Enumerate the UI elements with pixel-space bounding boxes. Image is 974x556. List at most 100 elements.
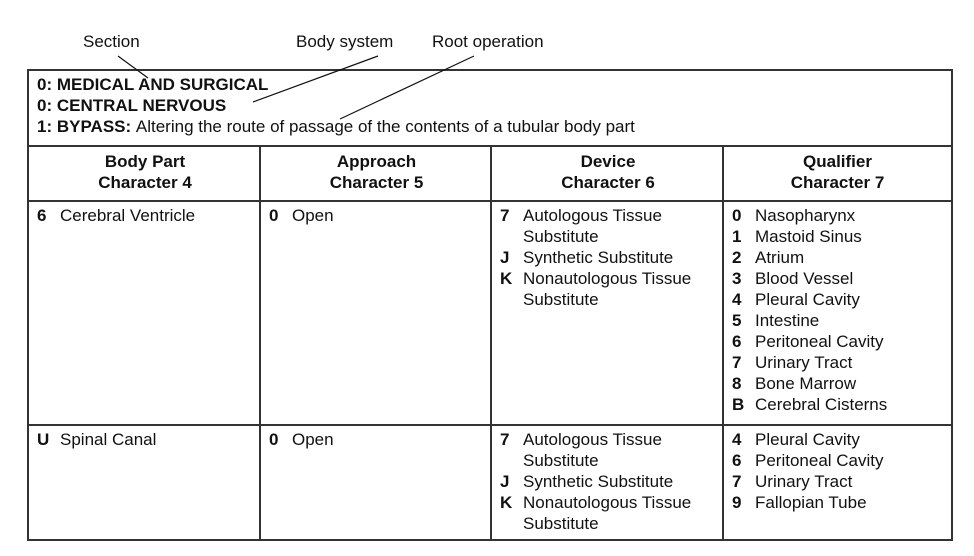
list-item: 0 Nasopharynx bbox=[732, 205, 951, 226]
entry-code: 1 bbox=[732, 227, 742, 246]
entry-label: Autologous Tissue Substitute bbox=[523, 430, 662, 470]
list-item: 1 Mastoid Sinus bbox=[732, 226, 951, 247]
entry-code: 3 bbox=[732, 269, 742, 288]
cell-body-part: U Spinal Canal bbox=[29, 426, 259, 539]
column-header-title: Body Part bbox=[104, 152, 186, 171]
entry-code: U bbox=[37, 430, 50, 449]
entry-code: K bbox=[500, 269, 513, 288]
entry-label: Open bbox=[292, 430, 334, 449]
column-header-character: Character 5 bbox=[329, 173, 424, 192]
column-header-approach: Approach Character 5 bbox=[261, 147, 492, 202]
root-operation-code: 1: bbox=[37, 117, 57, 136]
column-header-title: Approach bbox=[336, 152, 417, 171]
entry-label: Pleural Cavity bbox=[755, 430, 860, 449]
section-code: 0: bbox=[37, 75, 57, 94]
column-header-device: Device Character 6 bbox=[492, 147, 724, 202]
entry-code: 7 bbox=[500, 206, 510, 225]
entry-label: Peritoneal Cavity bbox=[755, 332, 884, 351]
list-item: 0 Open bbox=[269, 429, 490, 450]
column-header-character: Character 7 bbox=[790, 173, 885, 192]
section-name: MEDICAL AND SURGICAL bbox=[56, 75, 269, 94]
entry-label: Nonautologous Tissue Substitute bbox=[523, 493, 692, 533]
entry-code: 2 bbox=[732, 248, 742, 267]
entry-label: Urinary Tract bbox=[755, 353, 853, 372]
column-header-body-part: Body Part Character 4 bbox=[29, 147, 261, 202]
list-item: 7 Autologous Tissue Substitute bbox=[500, 205, 722, 247]
table-title-block: 0: MEDICAL AND SURGICAL 0: CENTRAL NERVO… bbox=[29, 71, 951, 147]
list-item: 6 Peritoneal Cavity bbox=[732, 450, 951, 471]
entry-code: 5 bbox=[732, 311, 742, 330]
list-item: 5 Intestine bbox=[732, 310, 951, 331]
list-item: K Nonautologous Tissue Substitute bbox=[500, 492, 722, 534]
entry-label: Blood Vessel bbox=[755, 269, 854, 288]
entry-label: Pleural Cavity bbox=[755, 290, 860, 309]
root-operation-definition: Altering the route of passage of the con… bbox=[135, 117, 635, 136]
list-item: 2 Atrium bbox=[732, 247, 951, 268]
list-item: K Nonautologous Tissue Substitute bbox=[500, 268, 722, 310]
list-item: 6 Peritoneal Cavity bbox=[732, 331, 951, 352]
body-system-line: 0: CENTRAL NERVOUS bbox=[37, 95, 951, 116]
list-item: 4 Pleural Cavity bbox=[732, 289, 951, 310]
entry-code: 9 bbox=[732, 493, 742, 512]
cell-qualifier: 0 Nasopharynx 1 Mastoid Sinus 2 Atrium 3 Blood … bbox=[724, 202, 951, 424]
entry-label: Atrium bbox=[755, 248, 805, 267]
entry-code: 8 bbox=[732, 374, 742, 393]
entry-label: Urinary Tract bbox=[755, 472, 853, 491]
entry-label: Mastoid Sinus bbox=[755, 227, 862, 246]
column-header-character: Character 6 bbox=[561, 173, 655, 192]
entry-label: Synthetic Substitute bbox=[523, 248, 674, 267]
list-item: B Cerebral Cisterns bbox=[732, 394, 951, 415]
column-header-title: Qualifier bbox=[803, 152, 872, 171]
entry-label: Cerebral Cisterns bbox=[755, 395, 888, 414]
entry-code: 6 bbox=[37, 206, 47, 225]
list-item: J Synthetic Substitute bbox=[500, 471, 722, 492]
entry-code: 4 bbox=[732, 290, 742, 309]
entry-label: Autologous Tissue Substitute bbox=[523, 206, 662, 246]
body-system-name: CENTRAL NERVOUS bbox=[56, 96, 227, 115]
entry-code: 6 bbox=[732, 332, 742, 351]
list-item: 8 Bone Marrow bbox=[732, 373, 951, 394]
entry-code: B bbox=[732, 395, 745, 414]
list-item: U Spinal Canal bbox=[37, 429, 259, 450]
entry-code: 7 bbox=[732, 353, 742, 372]
callout-section: Section bbox=[83, 32, 140, 51]
entry-label: Bone Marrow bbox=[755, 374, 857, 393]
callout-root-operation: Root operation bbox=[432, 32, 544, 51]
entry-code: 4 bbox=[732, 430, 742, 449]
entry-label: Synthetic Substitute bbox=[523, 472, 674, 491]
entry-label: Fallopian Tube bbox=[755, 493, 867, 512]
entry-code: J bbox=[500, 248, 510, 267]
callout-body-system: Body system bbox=[296, 32, 394, 51]
root-operation-name: BYPASS: bbox=[56, 117, 136, 136]
entry-code: 6 bbox=[732, 451, 742, 470]
cell-qualifier: 4 Pleural Cavity 6 Peritoneal Cavity 7 Urinar… bbox=[724, 426, 951, 539]
list-item: 4 Pleural Cavity bbox=[732, 429, 951, 450]
entry-code: 7 bbox=[500, 430, 510, 449]
body-system-code: 0: bbox=[37, 96, 57, 115]
list-item: 3 Blood Vessel bbox=[732, 268, 951, 289]
list-item: J Synthetic Substitute bbox=[500, 247, 722, 268]
list-item: 7 Urinary Tract bbox=[732, 352, 951, 373]
list-item: 9 Fallopian Tube bbox=[732, 492, 951, 513]
entry-label: Cerebral Ventricle bbox=[60, 206, 196, 225]
entry-code: 7 bbox=[732, 472, 742, 491]
entry-label: Nonautologous Tissue Substitute bbox=[523, 269, 692, 309]
root-operation-line: 1: BYPASS: Altering the route of passage… bbox=[37, 116, 951, 137]
entry-code: 0 bbox=[269, 206, 279, 225]
cell-approach: 0 Open bbox=[261, 202, 490, 424]
entry-label: Spinal Canal bbox=[60, 430, 157, 449]
entry-label: Intestine bbox=[755, 311, 820, 330]
entry-code: J bbox=[500, 472, 510, 491]
cell-approach: 0 Open bbox=[261, 426, 490, 539]
entry-label: Peritoneal Cavity bbox=[755, 451, 884, 470]
entry-code: 0 bbox=[269, 430, 279, 449]
list-item: 0 Open bbox=[269, 205, 490, 226]
entry-code: 0 bbox=[732, 206, 742, 225]
column-header-character: Character 4 bbox=[98, 173, 192, 192]
list-item: 7 Urinary Tract bbox=[732, 471, 951, 492]
cell-device: 7 Autologous Tissue Substitute J Synthetic … bbox=[492, 202, 722, 424]
column-header-qualifier: Qualifier Character 7 bbox=[724, 147, 951, 202]
entry-label: Open bbox=[292, 206, 334, 225]
cell-body-part: 6 Cerebral Ventricle bbox=[29, 202, 259, 424]
list-item: 6 Cerebral Ventricle bbox=[37, 205, 259, 226]
